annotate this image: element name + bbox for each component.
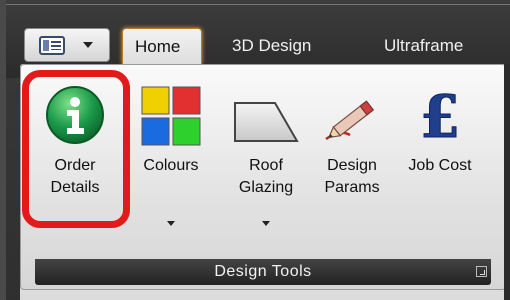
group-label: Design Tools: [214, 263, 312, 280]
dialog-launcher-icon[interactable]: [476, 266, 487, 277]
design-tools-group: Order Details Colours Roof Glazing Desig…: [20, 64, 506, 290]
pencil-icon: [320, 85, 384, 152]
tabstrip-highlight-line: [6, 4, 510, 5]
roof-glazing-icon: [231, 85, 301, 150]
job-cost-label: Job Cost: [408, 157, 472, 174]
roof-glazing-dropdown-icon: [262, 221, 270, 226]
ribbon-menu-button[interactable]: [24, 28, 110, 62]
tab-ultraframe[interactable]: Ultraframe: [372, 28, 498, 64]
job-cost-button[interactable]: £ Job Cost: [397, 79, 483, 239]
tab-ultraframe-label: Ultraframe: [384, 36, 464, 55]
ribbon-right-edge: [504, 64, 510, 300]
group-footer: Design Tools: [35, 259, 491, 285]
tab-3d-design-label: 3D Design: [232, 36, 312, 55]
info-icon: [45, 85, 105, 150]
roof-glazing-label: Roof Glazing: [238, 157, 294, 196]
design-params-button[interactable]: Design Params: [309, 79, 395, 239]
pound-sign-icon: £: [410, 83, 470, 152]
svg-text:£: £: [420, 85, 460, 147]
order-details-label: Order Details: [50, 157, 100, 196]
tab-home[interactable]: Home: [122, 28, 202, 64]
tab-3d-design[interactable]: 3D Design: [220, 28, 338, 64]
colour-palette-icon: [140, 85, 202, 152]
colours-label: Colours: [143, 157, 199, 174]
chevron-down-icon: [83, 42, 93, 48]
order-details-button[interactable]: Order Details: [33, 79, 117, 239]
roof-glazing-button[interactable]: Roof Glazing: [221, 79, 311, 239]
ribbon-menu-icon: [39, 36, 65, 55]
ribbon-body: Order Details Colours Roof Glazing Desig…: [20, 64, 510, 300]
design-params-label: Design Params: [324, 157, 380, 196]
colours-button[interactable]: Colours: [125, 79, 217, 239]
colours-dropdown-icon: [167, 221, 175, 226]
tab-home-label: Home: [135, 37, 181, 56]
